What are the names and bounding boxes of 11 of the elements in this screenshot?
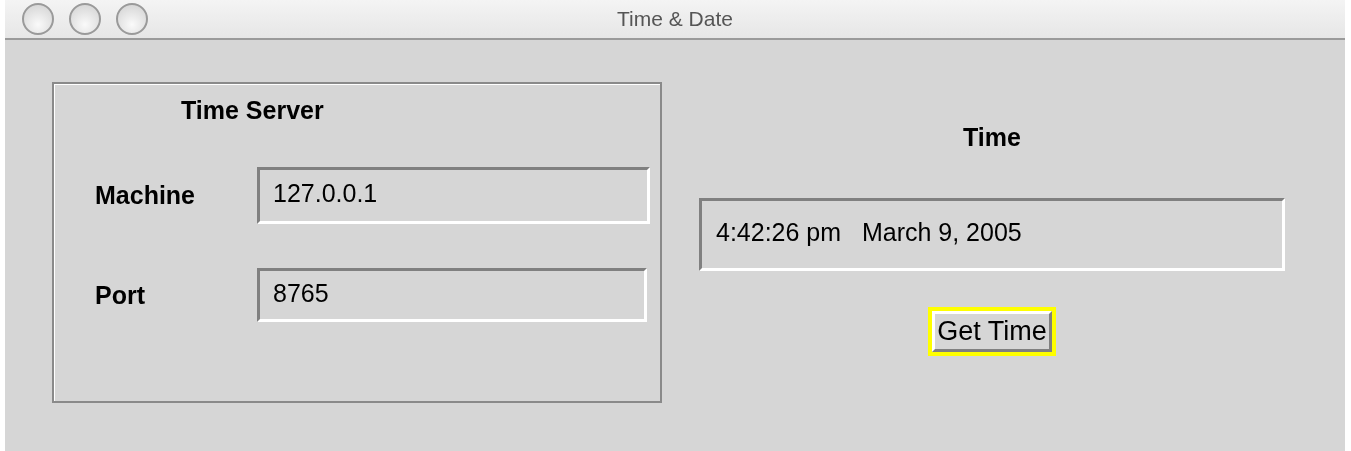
time-field[interactable]: 4:42:26 pm March 9, 2005: [699, 198, 1285, 271]
field-label: Machine: [95, 181, 197, 210]
time-label: Time: [963, 123, 1021, 153]
field-label: Port: [95, 280, 146, 310]
window-control-button[interactable]: [116, 3, 148, 35]
input-field[interactable]: 8765: [257, 268, 647, 322]
window-control-button[interactable]: [69, 3, 101, 35]
window-control-button[interactable]: [22, 3, 54, 35]
group-title: Time Server: [180, 96, 325, 125]
input-field[interactable]: 127.0.0.1: [257, 167, 650, 224]
window-title: Time & Date: [617, 7, 733, 31]
